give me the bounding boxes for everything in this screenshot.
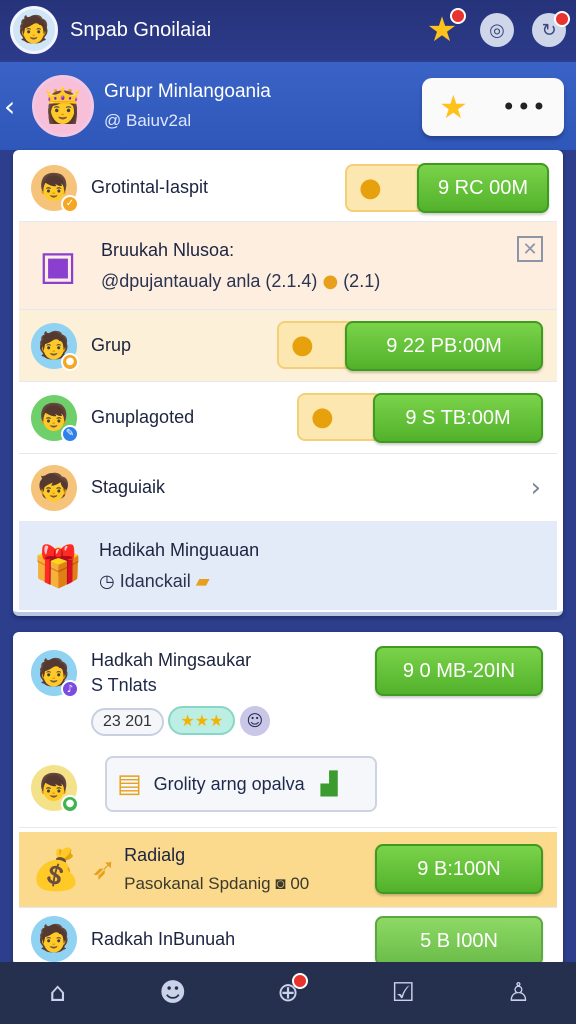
badge-icon: ● [61, 794, 79, 813]
chip: 23 201 [91, 708, 164, 736]
more-icon[interactable]: ••• [502, 93, 547, 121]
avatar: 👦 ✎ [31, 394, 79, 443]
join-button[interactable]: 9 22 PB:00M [345, 321, 543, 371]
group-action-panel[interactable]: ★ ••• [422, 78, 564, 136]
edit-icon: ✎ [61, 424, 79, 443]
notification-badge [291, 973, 308, 989]
gift-box-icon: ▣ [39, 242, 77, 289]
clock-icon: ◷ [99, 571, 115, 592]
list-item-subtitle: Idanckail [119, 571, 191, 591]
coin-icon: ● [345, 163, 425, 212]
list-item-label: Bruukah Nlusoa: [101, 239, 235, 260]
group-list-card: 🧑 ♪ Hadkah Mingsaukar S Tnlats 23 201 ★★★… [13, 632, 563, 966]
list-item[interactable]: ▣ Bruukah Nlusoa: @dpujantaualy anla (2.… [19, 222, 557, 310]
star-icon[interactable]: ★ [422, 8, 466, 50]
money-bag-icon: 💰 [31, 847, 81, 893]
badge-icon: ✓ [61, 194, 79, 213]
notification-badge [450, 8, 466, 24]
app-title: Snpab Gnoilaiai [70, 18, 212, 41]
avatar: 🧑 ♪ [31, 650, 79, 698]
join-button[interactable]: 9 S TB:00M [373, 393, 543, 443]
app-bar: 🧑 Snpab Gnoilaiai ★ ◎ ↻ [0, 0, 576, 60]
chevron-right-icon[interactable]: › [531, 473, 541, 503]
pill-label: Grolity arng opalva [153, 773, 305, 794]
gold-bar-icon: ▰ [195, 571, 210, 592]
list-item[interactable]: 👦 ✓ Grotintal-Iaspit ● 9 RC 00M [19, 154, 557, 222]
trophy-icon: ▟ [320, 771, 338, 797]
list-item-subtitle: S Tnlats [91, 675, 157, 695]
join-button[interactable]: 9 RC 00M [417, 163, 549, 213]
list-item[interactable]: 👦 ✎ Gnuplagoted ● 9 S TB:00M [19, 382, 557, 454]
list-item-label: Grup [91, 335, 132, 355]
rocket-icon: ➶ [91, 852, 117, 887]
list-item[interactable]: 🧑 Radkah InBunuah 5 B I00N [19, 912, 557, 966]
avatar: 👦 ✓ [31, 164, 79, 213]
notification-badge [554, 11, 570, 27]
list-item[interactable]: 🧑 ● Grup ● 9 22 PB:00M [19, 310, 557, 382]
join-button[interactable]: 9 0 MB-20IN [375, 646, 543, 696]
badge-icon: ● [61, 352, 79, 371]
avatar: ☺ [239, 706, 270, 736]
list-item[interactable]: 🧑 ♪ Hadkah Mingsaukar S Tnlats 23 201 ★★★… [19, 636, 557, 748]
star-icon[interactable]: ★ [439, 88, 468, 126]
list-item[interactable]: 👦 ● ▤ Grolity arng opalva ▟ [19, 748, 557, 828]
profile-avatar[interactable]: 🧑 [10, 6, 58, 54]
gift-box-icon: 🎁 [33, 543, 83, 590]
avatar: 🧑 ● [31, 322, 79, 371]
coin-stack-icon: ● [297, 393, 383, 441]
list-item-label: Hadkah Mingsaukar [91, 650, 252, 670]
tasks-icon[interactable]: ☑ [381, 971, 425, 1015]
join-button[interactable]: 9 B:100N [375, 844, 543, 894]
list-item-label: Staguiaik [91, 477, 166, 497]
avatar: 🧑 [31, 916, 77, 962]
gold-stack-icon: ▤ [117, 769, 142, 799]
chip: (2.1.4) [265, 270, 318, 291]
profile-icon[interactable]: ♙ [496, 971, 540, 1015]
headset-icon[interactable]: ◎ [480, 13, 514, 47]
avatar: 👦 ● [31, 764, 79, 813]
bottom-navigation: ⌂ ☻ ⊕ ☑ ♙ [0, 962, 576, 1024]
coin-icon: ● [322, 270, 339, 292]
star-rating: ★★★ [168, 706, 236, 735]
list-item-subtitle: Pasokanal Spdanig ◙ 00 [124, 874, 310, 893]
home-icon[interactable]: ⌂ [36, 971, 80, 1015]
refresh-icon[interactable]: ↻ [532, 11, 570, 47]
chip: (2.1) [343, 270, 381, 291]
list-item-label: Radialg [124, 845, 186, 865]
close-icon[interactable]: ✕ [517, 236, 543, 262]
list-item[interactable]: 💰 ➶ Radialg Pasokanal Spdanig ◙ 00 9 B:1… [19, 832, 557, 908]
chevron-left-icon[interactable]: ‹ [4, 90, 26, 123]
list-item[interactable]: 🎁 Hadikah Minguauan ◷ Idanckail ▰ [19, 522, 557, 610]
add-icon[interactable]: ⊕ [266, 971, 310, 1015]
list-item-label: Radkah InBunuah [91, 928, 236, 949]
join-button[interactable]: 5 B I00N [375, 916, 543, 966]
badge-icon: ♪ [61, 680, 79, 698]
avatar: 🧒 [31, 464, 77, 511]
group-list-card: 👦 ✓ Grotintal-Iaspit ● 9 RC 00M ▣ Bruukah… [13, 150, 563, 616]
list-item-subtitle: @dpujantaualy anla [101, 270, 261, 291]
list-item[interactable]: 🧒 Staguiaik › [19, 454, 557, 522]
contacts-icon[interactable]: ☻ [151, 971, 195, 1015]
list-item-label: Gnuplagoted [91, 407, 195, 427]
list-item-label: Hadikah Minguauan [99, 540, 260, 560]
group-header: ‹ 👸 Grupr Minlangoania @ Baiuv2al ★ ••• [0, 62, 576, 150]
group-avatar[interactable]: 👸 [32, 75, 94, 137]
list-item-label: Grotintal-Iaspit [91, 177, 209, 197]
message-pill[interactable]: ▤ Grolity arng opalva ▟ [105, 756, 377, 812]
